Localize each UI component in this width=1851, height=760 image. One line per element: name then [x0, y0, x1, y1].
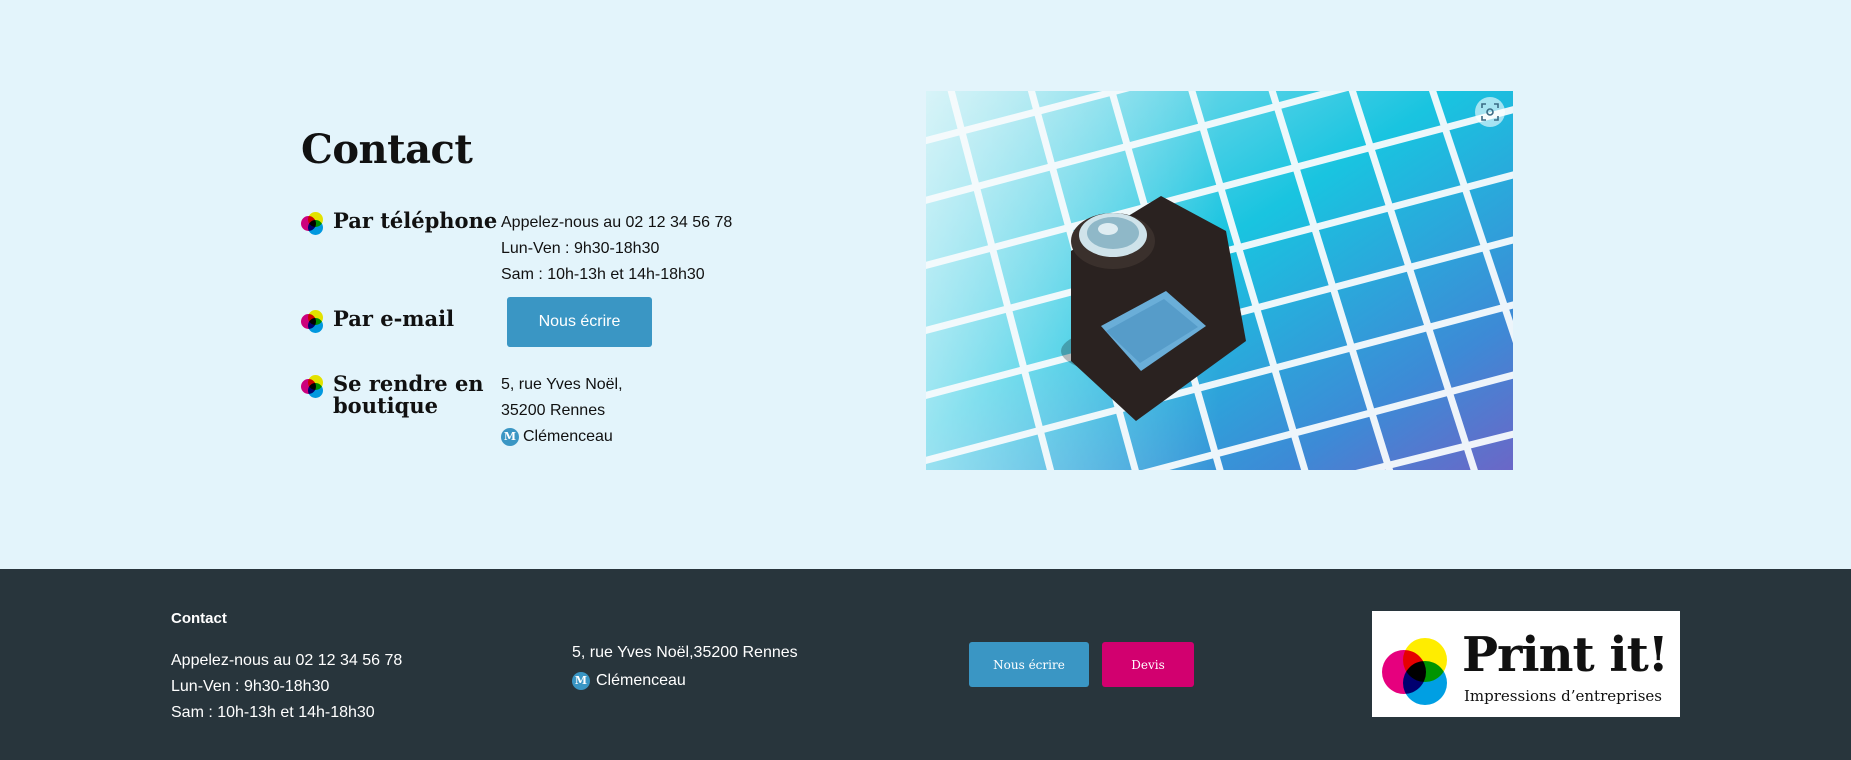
email-label: Par e-mail [301, 308, 454, 334]
shop-info: 5, rue Yves Noël, 35200 Rennes M Clémenc… [501, 372, 623, 450]
metro-icon: M [572, 672, 590, 690]
site-footer: Contact Appelez-nous au 02 12 34 56 78 L… [0, 569, 1851, 760]
shop-label-line2: boutique [333, 393, 438, 418]
phone-number: Appelez-nous au 02 12 34 56 78 [501, 214, 733, 231]
saturday-hours: Sam : 10h-13h et 14h-18h30 [501, 266, 705, 283]
metro-info: M Clémenceau [501, 424, 623, 450]
logo-cmyk-icon [1382, 638, 1452, 708]
weekday-hours: Lun-Ven : 9h30-18h30 [501, 240, 660, 257]
cmyk-dot-icon [301, 212, 325, 236]
shop-label-text: Se rendre en boutique [333, 373, 484, 417]
photo-illustration [926, 91, 1513, 470]
phone-label: Par téléphone [301, 210, 497, 236]
footer-street: 5, rue Yves Noël,35200 Rennes [572, 644, 798, 661]
zoom-scan-icon[interactable] [1475, 97, 1505, 127]
metro-icon: M [501, 428, 519, 446]
footer-weekday-hours: Lun-Ven : 9h30-18h30 [171, 678, 330, 695]
footer-metro-station: Clémenceau [596, 672, 686, 689]
footer-hours: Appelez-nous au 02 12 34 56 78 Lun-Ven :… [171, 648, 402, 726]
logo-tagline: Impressions d’entreprises [1464, 687, 1662, 705]
cmyk-dot-icon [301, 375, 325, 399]
shop-label: Se rendre en boutique [301, 373, 484, 417]
footer-write-button[interactable]: Nous écrire [969, 642, 1089, 687]
loupe-color-chart-photo [926, 91, 1513, 470]
write-to-us-button[interactable]: Nous écrire [507, 297, 652, 347]
shop-city: 35200 Rennes [501, 402, 606, 419]
cmyk-dot-icon [301, 310, 325, 334]
shop-street: 5, rue Yves Noël, [501, 376, 623, 393]
footer-address: 5, rue Yves Noël,35200 Rennes M Clémence… [572, 639, 798, 695]
footer-title: Contact [171, 610, 227, 627]
phone-label-text: Par téléphone [333, 208, 498, 233]
footer-phone: Appelez-nous au 02 12 34 56 78 [171, 652, 403, 669]
phone-info: Appelez-nous au 02 12 34 56 78 Lun-Ven :… [501, 210, 732, 288]
page-title: Contact [301, 126, 473, 173]
contact-section: Contact Par téléphone Appelez-nous au 02… [0, 0, 1851, 569]
footer-saturday-hours: Sam : 10h-13h et 14h-18h30 [171, 704, 375, 721]
email-label-text: Par e-mail [333, 306, 455, 331]
footer-metro-info: M Clémenceau [572, 667, 798, 695]
logo-name: Print it! [1462, 627, 1669, 683]
brand-logo[interactable]: Print it! Impressions d’entreprises [1372, 611, 1680, 717]
zoom-scan-glyph [1481, 103, 1499, 121]
metro-station: Clémenceau [523, 428, 613, 445]
footer-quote-button[interactable]: Devis [1102, 642, 1194, 687]
